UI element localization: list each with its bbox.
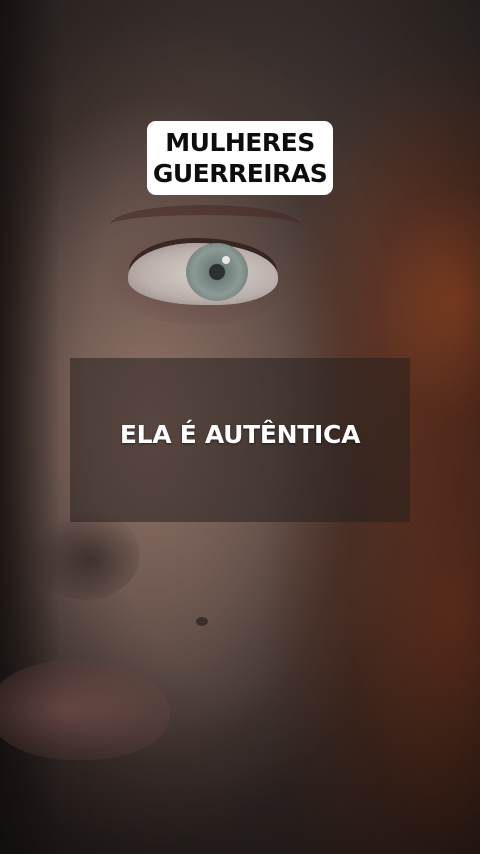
caption-text: ELA É AUTÊNTICA <box>119 420 361 449</box>
title-line-2: GUERREIRAS <box>152 159 328 188</box>
title-badge: MULHERES GUERREIRAS <box>147 121 333 195</box>
title-line-1: MULHERES <box>165 128 315 157</box>
video-frame[interactable]: MULHERES GUERREIRAS ELA É AUTÊNTICA <box>0 0 480 854</box>
